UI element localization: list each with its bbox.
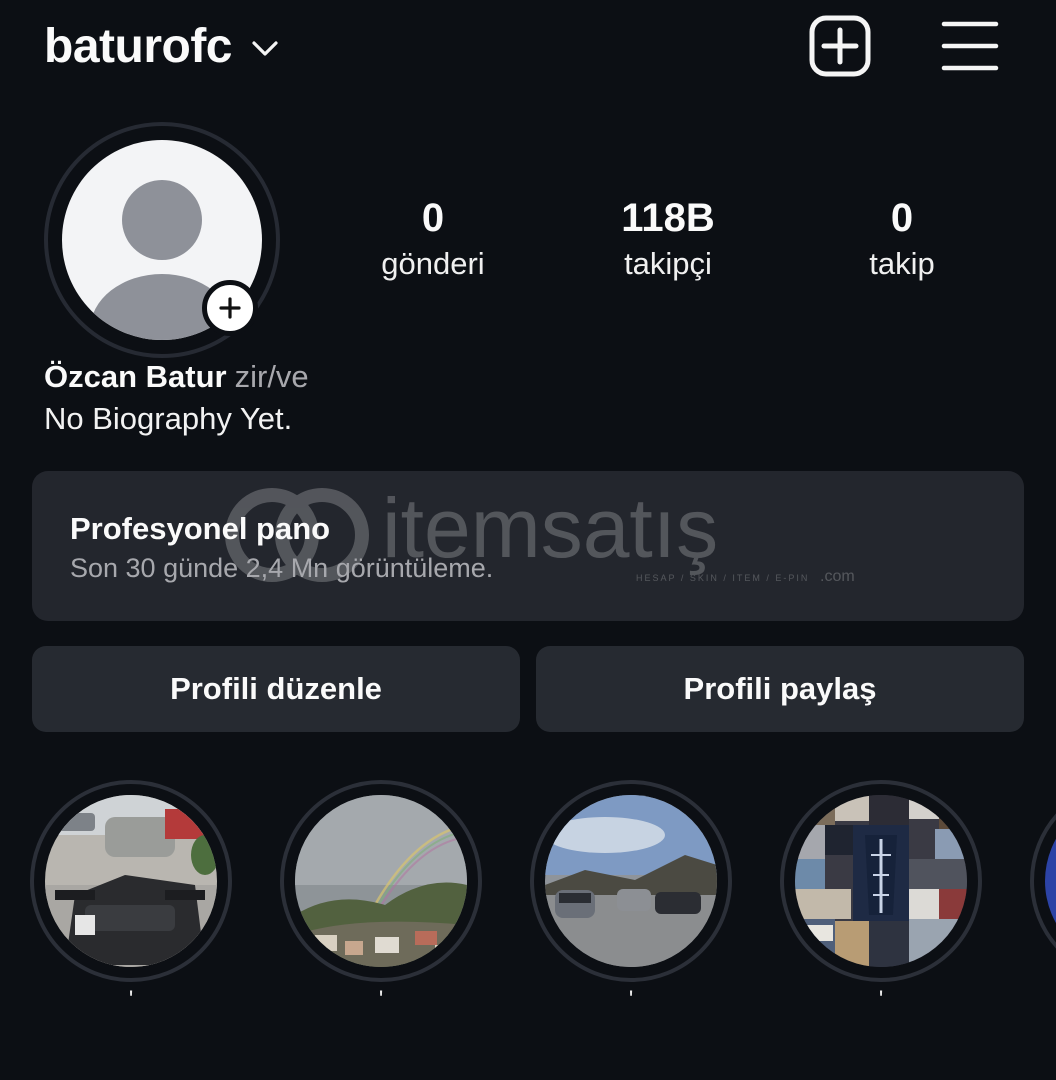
followers-stat[interactable]: 118B takipçi <box>568 194 768 284</box>
add-story-button[interactable] <box>202 280 258 336</box>
top-bar: baturofc <box>0 0 1056 100</box>
posts-count: 0 <box>421 196 445 240</box>
edit-profile-button[interactable]: Profili düzenle <box>32 646 520 732</box>
followers-count: 118B <box>621 196 715 240</box>
share-profile-button[interactable]: Profili paylaş <box>536 646 1024 732</box>
name-line: Özcan Batur zir/ve <box>44 356 309 398</box>
following-label: takip <box>869 246 935 281</box>
highlight-item[interactable]: ' <box>280 780 482 1013</box>
highlight-item[interactable]: ' <box>30 780 232 1013</box>
chevron-down-icon <box>252 41 278 56</box>
dashboard-title: Profesyonel pano <box>70 511 331 546</box>
bio: No Biography Yet. <box>44 401 293 436</box>
hamburger-menu-icon[interactable] <box>940 16 1000 76</box>
watermark-suffix: .com <box>820 568 855 585</box>
highlight-cover-cars <box>545 795 717 967</box>
highlight-cover-collage <box>795 795 967 967</box>
followers-label: takipçi <box>624 246 712 281</box>
new-post-icon[interactable] <box>808 14 872 78</box>
following-count: 0 <box>890 196 914 240</box>
dashboard-subtitle: Son 30 günde 2,4 Mn görüntüleme. <box>70 553 494 583</box>
pronouns: zir/ve <box>234 359 309 394</box>
professional-dashboard-card[interactable]: itemsatış HESAP / SKIN / ITEM / E-PIN .c… <box>32 471 1024 621</box>
following-stat[interactable]: 0 takip <box>802 194 1002 284</box>
highlight-label: ' <box>378 986 384 1013</box>
watermark-tagline: HESAP / SKIN / ITEM / E-PIN <box>636 573 809 583</box>
highlight-item[interactable]: ' <box>780 780 982 1013</box>
highlight-cover-rainbow <box>295 795 467 967</box>
highlight-cover-atv <box>45 795 217 967</box>
highlight-item[interactable]: ' <box>530 780 732 1013</box>
posts-label: gönderi <box>381 246 485 281</box>
highlight-item-partial[interactable] <box>1030 780 1056 1010</box>
highlight-label: ' <box>878 986 884 1013</box>
username: baturofc <box>44 19 233 73</box>
plus-icon <box>219 297 241 319</box>
highlight-label: ' <box>628 986 634 1013</box>
account-switcher[interactable]: baturofc <box>44 14 280 78</box>
full-name: Özcan Batur <box>44 359 227 394</box>
highlight-label: ' <box>128 986 134 1013</box>
posts-stat[interactable]: 0 gönderi <box>333 194 533 284</box>
